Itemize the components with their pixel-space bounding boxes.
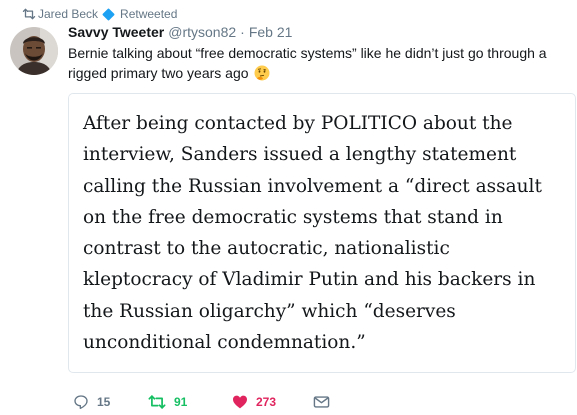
retweet-button[interactable]: 91 (148, 393, 187, 411)
retweeted-label: Retweeted (120, 7, 178, 21)
header-separator: · (240, 24, 245, 40)
tweet-actions: 15 91 273 (68, 393, 398, 411)
quote-text: After being contacted by POLITICO about … (83, 113, 542, 354)
thinking-face-emoji (254, 65, 270, 81)
author-username[interactable]: @rtyson82 (168, 24, 236, 40)
direct-message-button[interactable] (313, 393, 330, 411)
reply-icon (74, 395, 88, 409)
envelope-icon (313, 396, 330, 408)
heart-icon (233, 395, 247, 409)
retweet-icon (22, 8, 36, 20)
avatar-photo (10, 27, 58, 75)
tweet-text: Bernie talking about “free democratic sy… (68, 43, 573, 83)
like-button[interactable]: 273 (232, 393, 276, 411)
retweeter-name[interactable]: Jared Beck (38, 7, 98, 21)
author-full-name[interactable]: Savvy Tweeter (68, 24, 164, 40)
tweet-timestamp[interactable]: Feb 21 (249, 24, 293, 40)
avatar[interactable] (10, 27, 58, 75)
retweet-count: 91 (174, 395, 188, 409)
tweet-header: Savvy Tweeter @rtyson82 · Feb 21 (68, 24, 292, 42)
verified-badge-icon (102, 7, 115, 21)
tweet[interactable]: Jared Beck Retweeted Savvy Tweeter @rtys… (0, 0, 577, 415)
reply-count: 15 (97, 395, 111, 409)
retweet-context: Jared Beck Retweeted (22, 7, 178, 21)
like-count: 273 (256, 395, 277, 409)
retweet-icon (148, 395, 166, 409)
quote-card[interactable]: After being contacted by POLITICO about … (68, 93, 576, 373)
reply-button[interactable]: 15 (73, 393, 110, 411)
tweet-text-body: Bernie talking about “free democratic sy… (68, 45, 547, 81)
